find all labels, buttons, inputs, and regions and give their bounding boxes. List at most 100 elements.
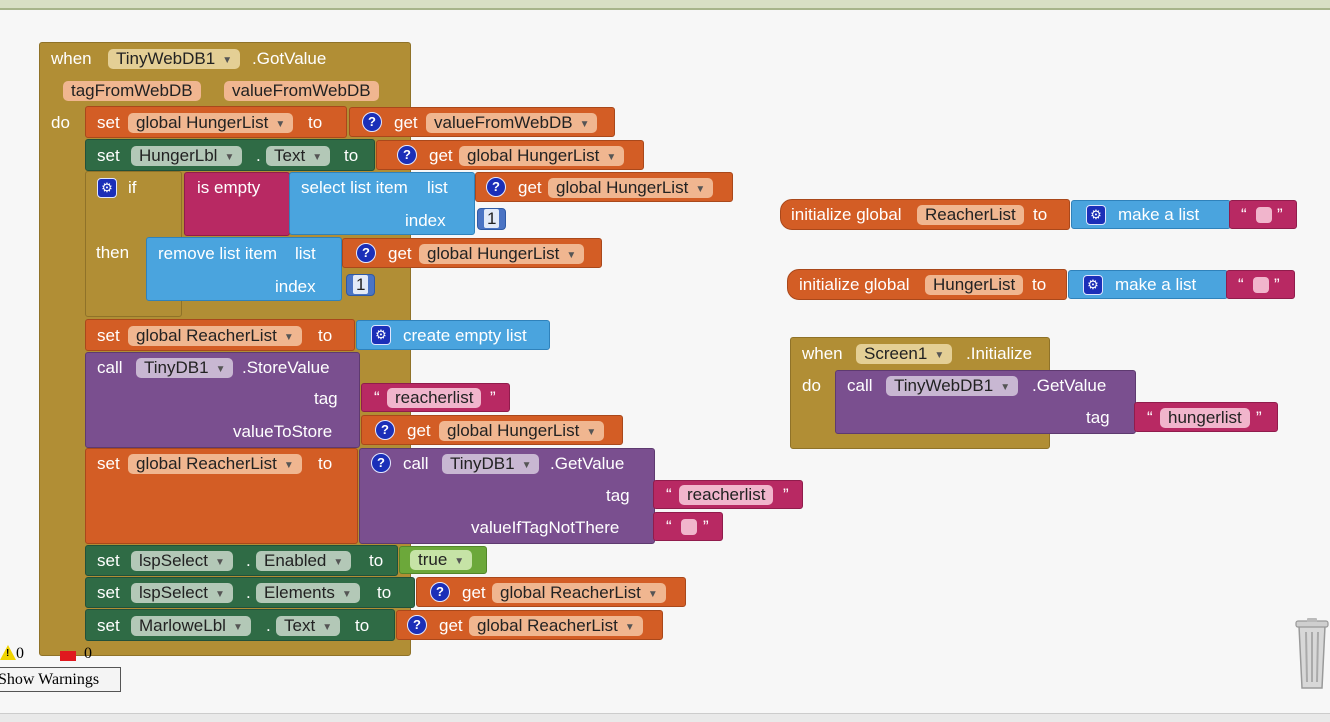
var-dropdown-hungerlist[interactable]: global HungerList ▼ (128, 113, 294, 133)
component-dropdown-marlowelbl[interactable]: MarloweLbl ▼ (131, 616, 251, 636)
var-dropdown-reacherlist[interactable]: global ReacherList ▼ (128, 326, 302, 346)
close-quote: ” (490, 388, 496, 407)
call-storevalue-block[interactable]: call TinyDB1 ▼ .StoreValue tag valueToSto… (85, 352, 360, 448)
component-dropdown-hungerlbl[interactable]: HungerLbl ▼ (131, 146, 243, 166)
warning-count: 0 (16, 645, 24, 662)
text-block-empty[interactable]: “ ” (1229, 200, 1297, 229)
get-dropdown-reacherlist[interactable]: global ReacherList ▼ (492, 583, 666, 603)
text-block-reacherlist[interactable]: “ reacherlist ” (653, 480, 803, 509)
open-quote: “ (1147, 408, 1153, 427)
is-empty-block[interactable]: is empty (184, 172, 290, 236)
logic-true-block[interactable]: true ▼ (399, 546, 487, 574)
make-a-list-block[interactable]: ⚙ make a list (1068, 270, 1228, 299)
set-reacherlist-getvalue-block[interactable]: set global ReacherList ▼ to (85, 448, 358, 544)
text-field-reacherlist[interactable]: reacherlist (387, 388, 482, 408)
question-icon[interactable]: ? (430, 582, 450, 602)
set-marlowelbl-text-block[interactable]: set MarloweLbl ▼ . Text ▼ to (85, 609, 395, 641)
init-global-reacherlist-block[interactable]: initialize global ReacherList to (780, 199, 1070, 230)
global-name-field-reacherlist[interactable]: ReacherList (917, 205, 1024, 225)
set-lspselect-elements-block[interactable]: set lspSelect ▼ . Elements ▼ to (85, 577, 415, 608)
component-dropdown-tinydb1[interactable]: TinyDB1 ▼ (136, 358, 234, 378)
question-icon[interactable]: ? (371, 453, 391, 473)
gear-icon[interactable]: ⚙ (371, 325, 391, 345)
property-dropdown-elements[interactable]: Elements ▼ (256, 583, 360, 603)
remove-list-item-block[interactable]: remove list item list index (146, 237, 342, 301)
get-dropdown-hungerlist[interactable]: global HungerList ▼ (548, 178, 714, 198)
component-dropdown-tinywebdb1[interactable]: TinyWebDB1 ▼ (108, 49, 241, 69)
get-label: get (518, 178, 542, 197)
set-reacherlist-block[interactable]: set global ReacherList ▼ to (85, 319, 355, 351)
set-lspselect-enabled-block[interactable]: set lspSelect ▼ . Enabled ▼ to (85, 545, 398, 576)
get-dropdown-valuefromwebdb[interactable]: valueFromWebDB ▼ (426, 113, 598, 133)
text-block-empty[interactable]: “ ” (653, 512, 723, 541)
make-a-list-block[interactable]: ⚙ make a list (1071, 200, 1231, 229)
get-dropdown-hungerlist[interactable]: global HungerList ▼ (459, 146, 625, 166)
question-icon[interactable]: ? (397, 145, 417, 165)
property-dropdown-text[interactable]: Text ▼ (276, 616, 341, 636)
set-hungerlbl-text-block[interactable]: set HungerLbl ▼ . Text ▼ to (85, 139, 375, 171)
set-hungerlist-block[interactable]: set global HungerList ▼ to (85, 106, 347, 138)
create-empty-list-block[interactable]: ⚙ create empty list (356, 320, 550, 350)
event-name: .GotValue (252, 49, 327, 68)
init-global-hungerlist-block[interactable]: initialize global HungerList to (787, 269, 1067, 300)
get-global-hungerlist-block[interactable]: ? get global HungerList ▼ (475, 172, 733, 202)
property-dropdown-text[interactable]: Text ▼ (266, 146, 331, 166)
global-name-field-hungerlist[interactable]: HungerList (925, 275, 1024, 295)
empty-text-field[interactable] (681, 519, 697, 535)
component-dropdown-tinydb1[interactable]: TinyDB1 ▼ (442, 454, 540, 474)
select-list-item-block[interactable]: select list item list index (289, 172, 475, 235)
gear-icon[interactable]: ⚙ (1083, 275, 1103, 295)
tag-label: tag (1086, 408, 1110, 427)
component-dropdown-tinywebdb1[interactable]: TinyWebDB1 ▼ (886, 376, 1019, 396)
gear-icon[interactable]: ⚙ (97, 178, 117, 198)
get-global-reacherlist-block[interactable]: ? get global ReacherList ▼ (416, 577, 686, 607)
get-dropdown-hungerlist[interactable]: global HungerList ▼ (439, 421, 605, 441)
question-icon[interactable]: ? (407, 615, 427, 635)
component-dropdown-screen1[interactable]: Screen1 ▼ (856, 344, 953, 364)
initialize-global-label: initialize global (799, 275, 910, 294)
get-global-hungerlist-block[interactable]: ? get global HungerList ▼ (361, 415, 623, 445)
text-block-reacherlist[interactable]: “ reacherlist ” (361, 383, 510, 412)
property-dropdown-enabled[interactable]: Enabled ▼ (256, 551, 352, 571)
set-label: set (97, 616, 120, 635)
var-dropdown-reacherlist[interactable]: global ReacherList ▼ (128, 454, 302, 474)
top-border (0, 0, 1330, 10)
empty-text-field[interactable] (1256, 207, 1272, 223)
number-block-index[interactable]: 1 (346, 274, 376, 296)
get-global-hungerlist-block[interactable]: ? get global HungerList ▼ (342, 238, 602, 268)
close-quote: ” (1277, 205, 1283, 224)
get-global-hungerlist-block[interactable]: ? get global HungerList ▼ (376, 140, 644, 170)
question-icon[interactable]: ? (362, 112, 382, 132)
get-valuefromwebdb-block[interactable]: ? get valueFromWebDB ▼ (349, 107, 615, 137)
open-quote: “ (1241, 205, 1247, 224)
get-global-reacherlist-block[interactable]: ? get global ReacherList ▼ (396, 610, 663, 640)
text-block-hungerlist[interactable]: “ hungerlist ” (1134, 402, 1278, 432)
tag-label: tag (314, 389, 338, 408)
component-dropdown-lspselect[interactable]: lspSelect ▼ (131, 583, 233, 603)
call-tinywebdb1-getvalue-block[interactable]: call TinyWebDB1 ▼ .GetValue tag (835, 370, 1136, 434)
question-icon[interactable]: ? (486, 177, 506, 197)
number-block-index[interactable]: 1 (477, 208, 507, 230)
text-block-empty[interactable]: “ ” (1226, 270, 1295, 299)
component-dropdown-lspselect[interactable]: lspSelect ▼ (131, 551, 233, 571)
to-label: to (369, 551, 384, 570)
text-field-hungerlist[interactable]: hungerlist (1160, 408, 1250, 428)
get-dropdown-hungerlist[interactable]: global HungerList ▼ (419, 244, 585, 264)
get-dropdown-reacherlist[interactable]: global ReacherList ▼ (469, 616, 643, 636)
to-label: to (318, 326, 333, 345)
get-label: get (429, 146, 453, 165)
question-icon[interactable]: ? (375, 420, 395, 440)
text-field-reacherlist[interactable]: reacherlist (679, 485, 774, 505)
question-icon[interactable]: ? (356, 243, 376, 263)
empty-text-field[interactable] (1253, 277, 1269, 293)
close-quote: ” (1256, 408, 1262, 427)
call-getvalue-block[interactable]: ? call TinyDB1 ▼ .GetValue tag valueIfTag… (359, 448, 655, 544)
param-valuefromwebdb[interactable]: valueFromWebDB (224, 81, 379, 101)
trash-icon[interactable] (1293, 618, 1330, 692)
gear-icon[interactable]: ⚙ (1086, 205, 1106, 225)
show-warnings-button[interactable]: Show Warnings (0, 667, 121, 692)
open-quote: “ (666, 517, 672, 536)
param-tagfromwebdb[interactable]: tagFromWebDB (63, 81, 201, 101)
logic-dropdown-true[interactable]: true ▼ (410, 550, 473, 570)
to-label: to (1033, 205, 1048, 224)
